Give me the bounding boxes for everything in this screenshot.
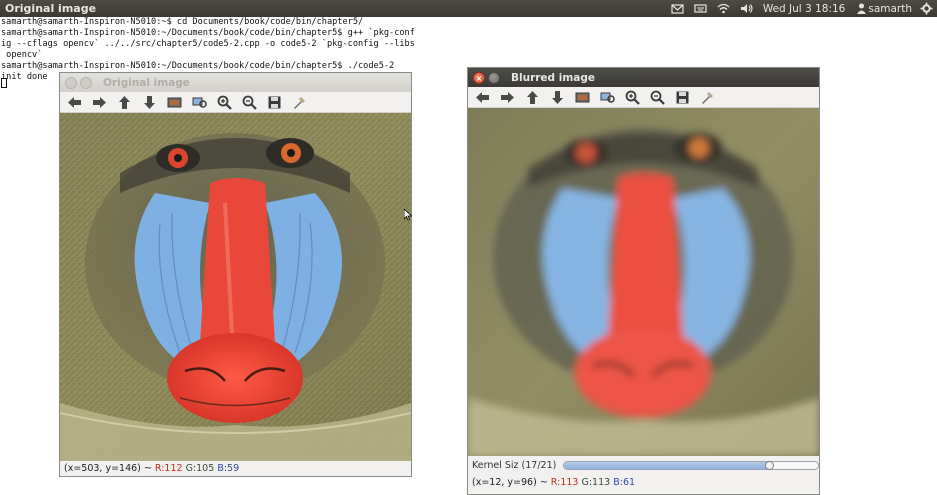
window-titlebar[interactable]: Original image bbox=[60, 73, 411, 92]
minimize-icon[interactable] bbox=[488, 71, 500, 84]
properties-icon[interactable] bbox=[289, 93, 309, 112]
zoom-reset-icon[interactable] bbox=[597, 88, 617, 107]
blue-value: 59 bbox=[227, 463, 240, 474]
green-label: G: bbox=[185, 463, 197, 474]
user-name: samarth bbox=[868, 2, 912, 15]
trackbar-label: Kernel Siz (17/21) bbox=[472, 460, 557, 471]
top-panel: Original image Wed Jul 3 18:16 samarth bbox=[0, 0, 937, 17]
image-toolbar bbox=[60, 92, 411, 113]
active-window-title: Original image bbox=[5, 2, 97, 15]
zoom-reset-icon[interactable] bbox=[189, 93, 209, 112]
zoom-fit-icon[interactable] bbox=[572, 88, 592, 107]
mail-icon[interactable] bbox=[671, 0, 684, 17]
green-label: G: bbox=[581, 477, 593, 488]
zoom-in-icon[interactable] bbox=[214, 93, 234, 112]
user-menu[interactable]: samarth bbox=[855, 0, 912, 17]
red-value: 113 bbox=[560, 477, 579, 488]
green-value: 113 bbox=[592, 477, 611, 488]
blue-label: B: bbox=[613, 477, 623, 488]
image-toolbar bbox=[468, 87, 819, 108]
volume-icon[interactable] bbox=[740, 0, 753, 17]
pan-left-icon[interactable] bbox=[64, 93, 84, 112]
save-icon[interactable] bbox=[672, 88, 692, 107]
zoom-out-icon[interactable] bbox=[647, 88, 667, 107]
keyboard-icon[interactable] bbox=[694, 0, 707, 17]
pan-left-icon[interactable] bbox=[472, 88, 492, 107]
trackbar-slider[interactable] bbox=[563, 461, 819, 470]
red-label: R: bbox=[154, 463, 165, 474]
close-icon[interactable]: × bbox=[473, 71, 485, 84]
window-title: Original image bbox=[103, 76, 190, 89]
cursor-coords: (x=12, y=96) ~ bbox=[472, 477, 551, 488]
trackbar-handle[interactable] bbox=[764, 461, 774, 470]
red-value: 112 bbox=[164, 463, 183, 474]
user-icon bbox=[857, 3, 867, 14]
original-image-window[interactable]: Original image (x=503, y=146) ~ R:112 G:… bbox=[59, 72, 412, 477]
kernel-size-trackbar: Kernel Siz (17/21) bbox=[468, 456, 819, 475]
terminal-line: opencv` bbox=[1, 50, 43, 60]
original-image-canvas[interactable] bbox=[60, 113, 411, 461]
zoom-in-icon[interactable] bbox=[622, 88, 642, 107]
zoom-fit-icon[interactable] bbox=[164, 93, 184, 112]
terminal-line: ig --cflags opencv` ../../src/chapter5/c… bbox=[1, 39, 415, 49]
pan-right-icon[interactable] bbox=[497, 88, 517, 107]
pixel-status-bar: (x=503, y=146) ~ R:112 G:105 B:59 bbox=[60, 461, 411, 476]
terminal-line: samarth@samarth-Inspiron-N5010:~/Documen… bbox=[1, 61, 395, 71]
pan-down-icon[interactable] bbox=[139, 93, 159, 112]
cursor-coords: (x=503, y=146) ~ bbox=[64, 463, 155, 474]
window-titlebar[interactable]: × Blurred image bbox=[468, 68, 819, 87]
trackbar-fill bbox=[564, 462, 770, 469]
pixel-status-bar: (x=12, y=96) ~ R:113 G:113 B:61 bbox=[468, 475, 819, 490]
zoom-out-icon[interactable] bbox=[239, 93, 259, 112]
blue-label: B: bbox=[217, 463, 228, 474]
properties-icon[interactable] bbox=[697, 88, 717, 107]
terminal-line: samarth@samarth-Inspiron-N5010:~$ cd Doc… bbox=[1, 17, 364, 27]
terminal-line: init done bbox=[1, 72, 48, 82]
pan-up-icon[interactable] bbox=[522, 88, 542, 107]
session-gear-icon[interactable] bbox=[920, 0, 933, 17]
blurred-image-canvas[interactable] bbox=[468, 108, 819, 456]
pan-down-icon[interactable] bbox=[547, 88, 567, 107]
save-icon[interactable] bbox=[264, 93, 284, 112]
blue-value: 61 bbox=[622, 477, 636, 488]
blurred-mandrill-image bbox=[468, 108, 819, 456]
terminal-cursor bbox=[1, 78, 7, 88]
pan-up-icon[interactable] bbox=[114, 93, 134, 112]
minimize-icon[interactable] bbox=[80, 76, 92, 89]
clock-text: Wed Jul 3 18:16 bbox=[762, 2, 846, 15]
green-value: 105 bbox=[196, 463, 215, 474]
wifi-icon[interactable] bbox=[717, 0, 730, 17]
window-title: Blurred image bbox=[511, 71, 595, 84]
mouse-pointer-icon bbox=[404, 209, 412, 221]
red-label: R: bbox=[550, 477, 561, 488]
terminal-line: samarth@samarth-Inspiron-N5010:~/Documen… bbox=[1, 28, 415, 38]
system-tray: Wed Jul 3 18:16 samarth bbox=[671, 0, 937, 17]
mandrill-image bbox=[60, 113, 411, 461]
pan-right-icon[interactable] bbox=[89, 93, 109, 112]
clock[interactable]: Wed Jul 3 18:16 bbox=[763, 0, 846, 17]
close-icon[interactable] bbox=[65, 76, 77, 89]
blurred-image-window[interactable]: × Blurred image Kernel Siz (17/21) (x=12… bbox=[467, 67, 820, 495]
